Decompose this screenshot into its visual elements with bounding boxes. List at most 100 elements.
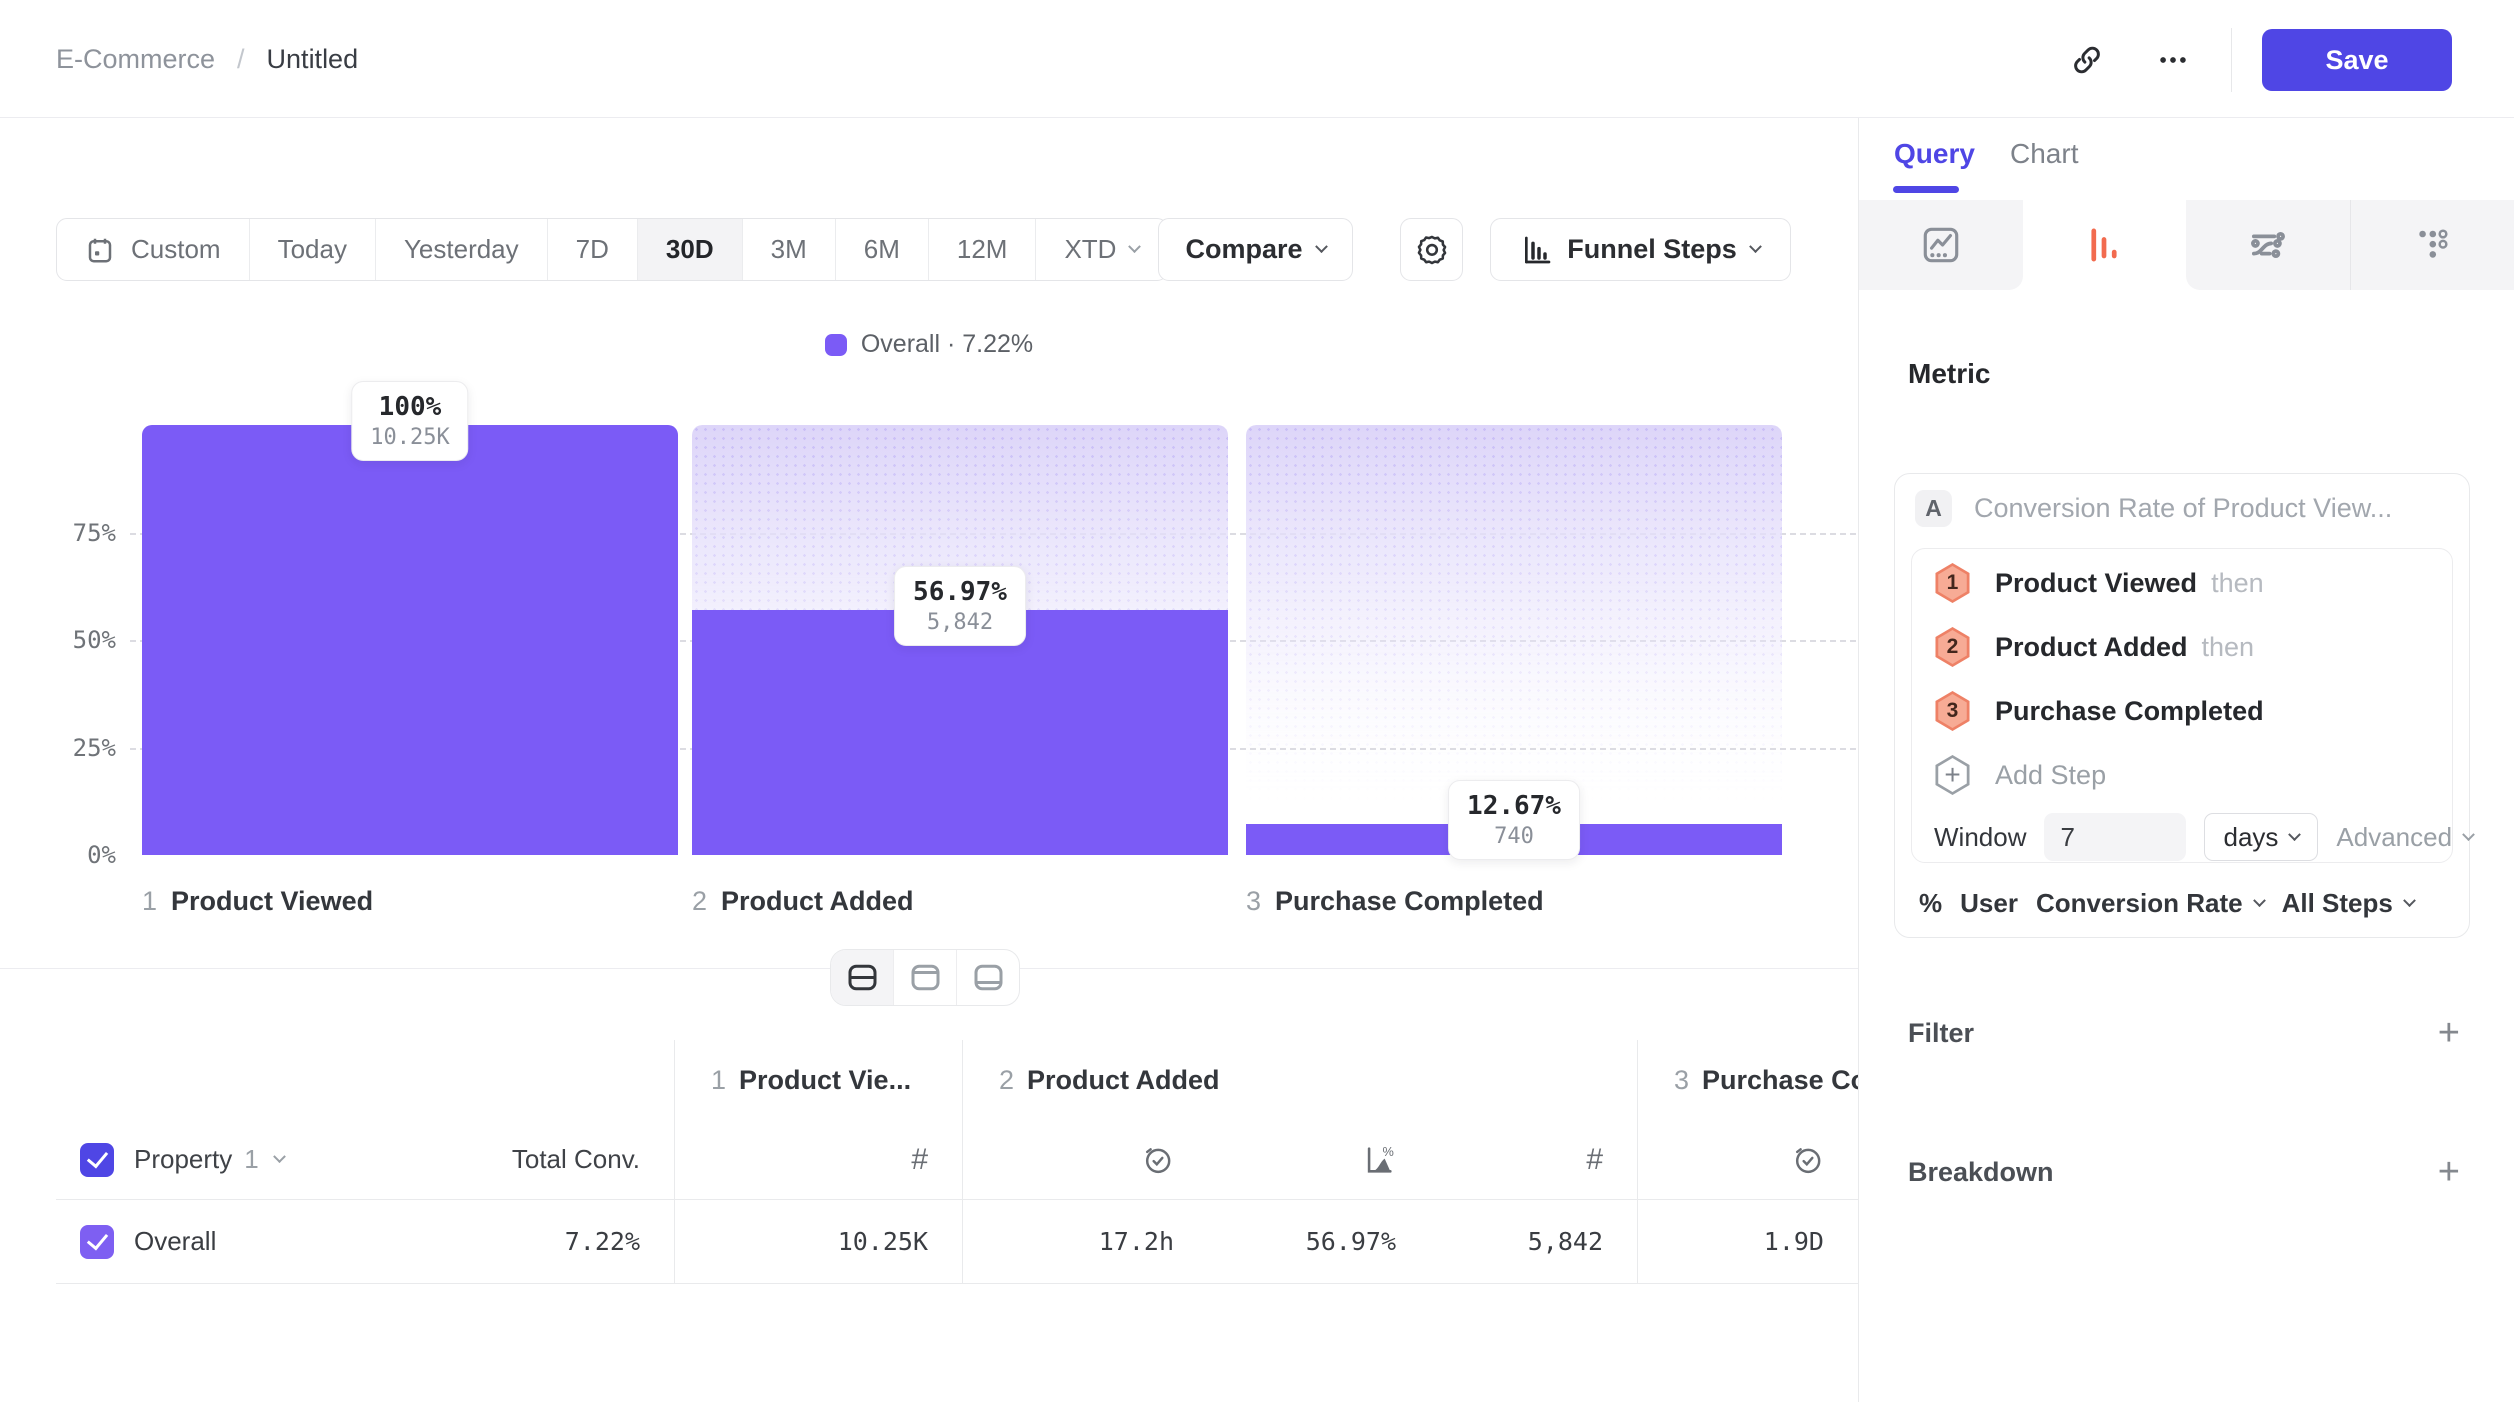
advanced-dropdown[interactable]: Advanced xyxy=(2336,822,2473,853)
chart-type-insights-tab[interactable] xyxy=(1859,200,2023,290)
funnel-steps-card: 1 Product Viewed then 2 Product Added th… xyxy=(1911,548,2453,863)
date-range-3m[interactable]: 3M xyxy=(743,219,836,280)
cell-total-conv: 7.22% xyxy=(410,1200,675,1284)
select-all-checkbox[interactable] xyxy=(80,1143,114,1177)
layout-split-icon xyxy=(845,960,880,995)
step-row-3[interactable]: 3 Purchase Completed xyxy=(1934,691,2264,731)
add-filter-button[interactable]: + xyxy=(2438,1014,2460,1052)
layout-split-button[interactable] xyxy=(831,950,894,1005)
y-tick-25: 25% xyxy=(58,734,116,762)
date-range-xtd[interactable]: XTD xyxy=(1036,219,1167,280)
chevron-down-icon xyxy=(2289,828,2302,841)
measure-steps-dropdown[interactable]: All Steps xyxy=(2282,888,2414,919)
save-button[interactable]: Save xyxy=(2262,29,2452,91)
layout-switcher xyxy=(830,949,1020,1006)
metric-letter-badge: A xyxy=(1915,490,1952,527)
funnel-chart-icon xyxy=(2082,223,2126,267)
tab-chart[interactable]: Chart xyxy=(2010,138,2078,170)
table-row-overall-name: Overall xyxy=(56,1200,410,1284)
count-icon: # xyxy=(1586,1143,1603,1177)
table-group-step-1: 1Product Vie... xyxy=(675,1040,963,1120)
svg-text:%: % xyxy=(1383,1143,1394,1158)
window-unit-dropdown[interactable]: days xyxy=(2204,813,2318,861)
step2-time-header[interactable] xyxy=(963,1120,1208,1200)
step-row-1[interactable]: 1 Product Viewed then xyxy=(1934,563,2264,603)
breadcrumb-separator: / xyxy=(237,44,245,75)
time-to-convert-icon xyxy=(1791,1143,1824,1176)
add-breakdown-button[interactable]: + xyxy=(2438,1153,2460,1191)
metric-title-row[interactable]: A Conversion Rate of Product View... xyxy=(1915,490,2451,527)
table-corner-spacer xyxy=(56,1040,675,1120)
row-checkbox[interactable] xyxy=(80,1225,114,1259)
measure-entity[interactable]: User xyxy=(1960,888,2018,919)
date-range-7d[interactable]: 7D xyxy=(548,219,638,280)
layout-bottom-icon xyxy=(971,960,1006,995)
funnel-value-callout: 12.67% 740 xyxy=(1448,780,1580,860)
time-to-convert-icon xyxy=(1141,1143,1174,1176)
step1-count-header[interactable]: # xyxy=(675,1120,963,1200)
compare-button[interactable]: Compare xyxy=(1158,218,1353,281)
date-range-yesterday[interactable]: Yesterday xyxy=(376,219,548,280)
add-step-icon: + xyxy=(1934,755,1971,795)
step2-conversion-header[interactable]: % xyxy=(1208,1120,1430,1200)
chevron-down-icon xyxy=(1129,240,1142,253)
active-tab-indicator xyxy=(1893,186,1959,193)
y-tick-0: 0% xyxy=(58,841,116,869)
more-options-button[interactable] xyxy=(2145,32,2201,88)
date-range-control: Custom Today Yesterday 7D 30D 3M 6M 12M … xyxy=(56,218,1168,281)
x-label-step-2: 2 Product Added xyxy=(692,886,914,917)
breadcrumb-current[interactable]: Untitled xyxy=(267,44,359,75)
step-1-badge: 1 xyxy=(1934,563,1971,603)
chart-legend[interactable]: Overall · 7.22% xyxy=(0,330,1858,359)
conversion-rate-icon: % xyxy=(1362,1143,1396,1177)
chart-type-flow-tab[interactable] xyxy=(2186,200,2350,290)
layout-table-only-button[interactable] xyxy=(957,950,1019,1005)
insights-chart-icon xyxy=(1919,223,1963,267)
step3-time-header[interactable] xyxy=(1638,1120,1858,1200)
date-range-today[interactable]: Today xyxy=(250,219,376,280)
chevron-down-icon[interactable] xyxy=(273,1150,286,1163)
layout-chart-only-button[interactable] xyxy=(894,950,957,1005)
funnel-bar-step-2[interactable]: 56.97% 5,842 xyxy=(692,425,1228,855)
property-index: 1 xyxy=(244,1144,258,1175)
gear-icon xyxy=(1415,233,1449,267)
measure-format[interactable]: % xyxy=(1919,888,1942,919)
total-conv-header[interactable]: Total Conv. xyxy=(410,1120,675,1200)
property-label[interactable]: Property xyxy=(134,1144,232,1175)
breadcrumb-root[interactable]: E-Commerce xyxy=(56,44,215,75)
chart-type-retention-tab[interactable] xyxy=(2350,200,2514,290)
measure-metric-dropdown[interactable]: Conversion Rate xyxy=(2036,888,2264,919)
chart-type-funnel-tab-selected[interactable] xyxy=(2023,200,2187,290)
flow-paths-icon xyxy=(2246,223,2290,267)
add-step-button[interactable]: + Add Step xyxy=(1934,755,2106,795)
chart-view-selector[interactable]: Funnel Steps xyxy=(1490,218,1791,281)
legend-swatch xyxy=(825,334,847,356)
cell-step2-time: 17.2h xyxy=(963,1200,1208,1284)
chevron-down-icon xyxy=(2253,894,2266,907)
date-range-custom[interactable]: Custom xyxy=(57,219,250,280)
date-range-30d-selected[interactable]: 30D xyxy=(638,219,743,280)
calendar-icon xyxy=(85,235,115,265)
chart-type-tabs xyxy=(1859,200,2514,290)
funnel-bar-step-3[interactable]: 12.67% 740 xyxy=(1246,425,1782,855)
funnel-value-callout: 100% 10.25K xyxy=(351,381,468,461)
y-tick-50: 50% xyxy=(58,626,116,654)
tab-query[interactable]: Query xyxy=(1894,138,1975,170)
window-value-input[interactable] xyxy=(2044,813,2186,861)
funnel-bar-step-1[interactable]: 100% 10.25K xyxy=(142,425,678,855)
share-link-button[interactable] xyxy=(2059,32,2115,88)
metric-section-heading: Metric xyxy=(1908,358,1990,390)
step-2-badge: 2 xyxy=(1934,627,1971,667)
date-range-12m[interactable]: 12M xyxy=(929,219,1037,280)
chart-settings-button[interactable] xyxy=(1400,218,1463,281)
app-root: E-Commerce / Untitled xyxy=(0,0,2514,1402)
step-row-2[interactable]: 2 Product Added then xyxy=(1934,627,2254,667)
step2-count-header[interactable]: # xyxy=(1430,1120,1638,1200)
chevron-down-icon xyxy=(1749,240,1762,253)
y-tick-75: 75% xyxy=(58,519,116,547)
chevron-down-icon xyxy=(1315,240,1328,253)
breakdown-section: Breakdown + xyxy=(1908,1153,2460,1191)
breakdown-label: Breakdown xyxy=(1908,1157,2054,1188)
measurement-row: % User Conversion Rate All Steps xyxy=(1919,888,2414,919)
date-range-6m[interactable]: 6M xyxy=(836,219,929,280)
